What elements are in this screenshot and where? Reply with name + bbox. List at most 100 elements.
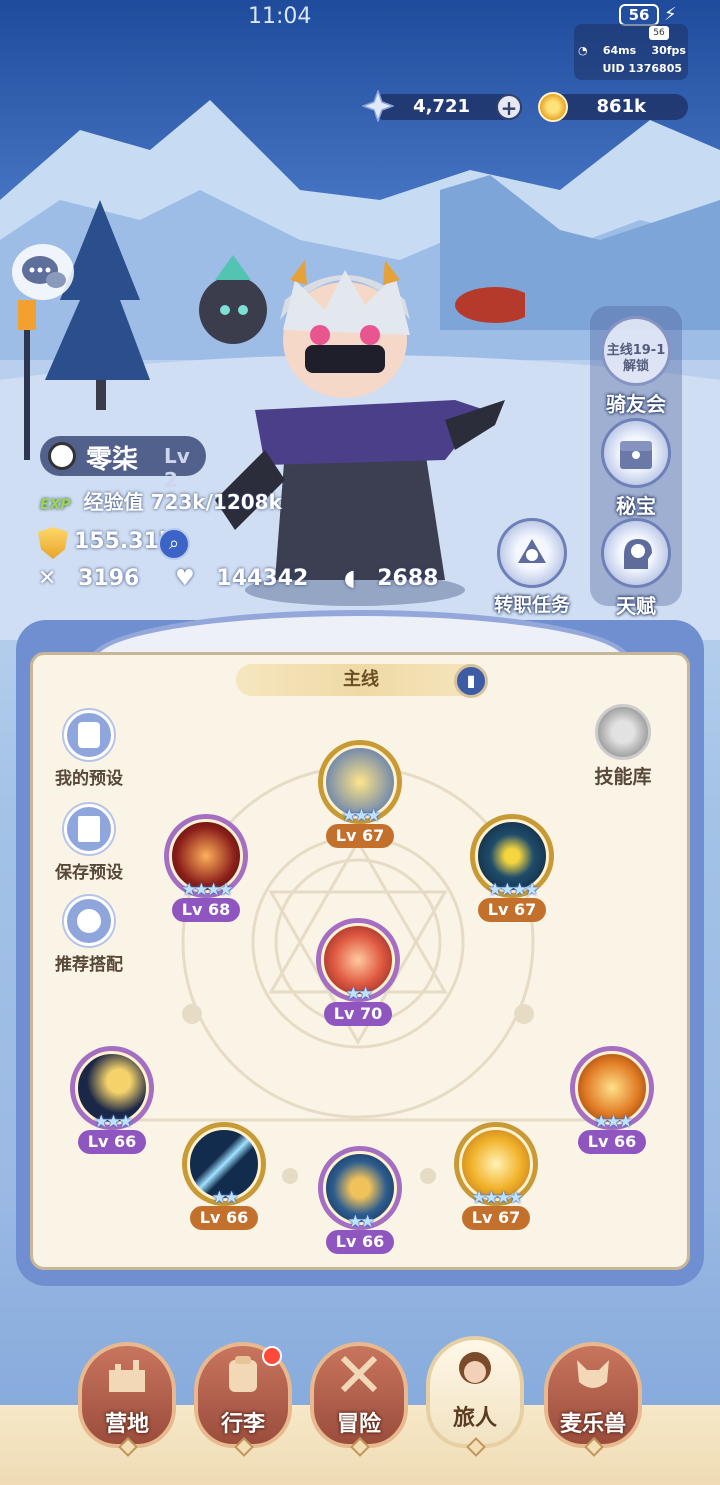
crystal-currency: 4,721 + <box>362 90 522 122</box>
skill-slot-5[interactable]: ★★★ Lv 66 <box>70 1046 154 1154</box>
hp-value: 144342 <box>216 566 309 591</box>
uid-label: UID 1376805 <box>602 62 682 75</box>
skill-slot-9[interactable]: ★★★ Lv 66 <box>570 1046 654 1154</box>
skill-stars: ★★★★ <box>471 1188 524 1208</box>
gold-currency: 861k <box>538 92 688 122</box>
save-preset-button[interactable]: 保存预设 <box>44 804 134 883</box>
skill-slot-6[interactable]: ★★ Lv 66 <box>182 1122 266 1230</box>
treasure-button[interactable]: 秘宝 <box>596 418 676 519</box>
nav-pet[interactable]: 麦乐兽 <box>544 1342 642 1457</box>
class-emblem-icon <box>48 442 76 470</box>
skill-book-icon[interactable]: ▮ <box>454 664 488 698</box>
recommended-build-button[interactable]: 推荐搭配 <box>44 896 134 975</box>
skill-slot-3[interactable]: ★★★★ Lv 67 <box>470 814 554 922</box>
skill-stars: ★★★ <box>341 806 382 826</box>
talent-button[interactable]: 天赋 <box>596 518 676 619</box>
power-details-magnifier-button[interactable]: ⌕ <box>158 528 190 560</box>
heart-icon: ♥ <box>175 566 195 591</box>
backpack-icon <box>229 1356 257 1392</box>
talent-label: 天赋 <box>616 594 656 618</box>
defense-value: 2688 <box>377 566 439 591</box>
nav-traveler[interactable]: 旅人 <box>426 1336 524 1457</box>
skill-level: Lv 66 <box>78 1130 146 1154</box>
shield-icon: ◖ <box>343 566 356 591</box>
skill-slot-4[interactable]: ★★ Lv 70 <box>316 918 400 1026</box>
skill-stars: ★★★ <box>593 1112 634 1132</box>
skill-library-label: 技能库 <box>594 766 652 788</box>
skill-level: Lv 67 <box>462 1206 530 1230</box>
unlock-requirement: 主线19-1 解锁 <box>606 343 666 374</box>
crossed-swords-icon <box>340 1355 378 1393</box>
exp-tag: EXP <box>40 497 71 513</box>
gold-amount: 861k <box>596 96 646 117</box>
hp-stat: ♥ 144342 <box>175 566 322 591</box>
locked-feature: 主线19-1 解锁 <box>601 316 671 386</box>
tab-main-line-label: 主线 <box>343 669 379 690</box>
skill-stars: ★★★★ <box>181 880 234 900</box>
castle-icon <box>109 1360 145 1392</box>
nav-traveler-label: 旅人 <box>452 1406 497 1431</box>
attack-stat: ✕ 3196 <box>38 566 153 591</box>
skill-level: Lv 67 <box>326 824 394 848</box>
battery-indicator: 56 <box>619 4 659 26</box>
player-stats-row: ✕ 3196 ♥ 144342 ◖ 2688 <box>38 566 466 591</box>
nav-adventure[interactable]: 冒险 <box>310 1342 408 1457</box>
skill-level: Lv 68 <box>172 898 240 922</box>
add-crystal-button[interactable]: + <box>496 94 522 120</box>
treasure-label: 秘宝 <box>616 494 656 518</box>
save-preset-label: 保存预设 <box>55 863 123 883</box>
my-presets-button[interactable]: 我的预设 <box>44 710 134 789</box>
defense-stat: ◖ 2688 <box>344 566 453 591</box>
nav-pet-label: 麦乐兽 <box>559 1412 626 1437</box>
riders-club-button[interactable]: 主线19-1 解锁 骑友会 <box>596 316 676 417</box>
network-panel: ◔ 64ms 30fps UID 1376805 <box>574 24 688 80</box>
attack-value: 3196 <box>78 566 140 591</box>
chat-button[interactable] <box>12 244 74 300</box>
job-quest-label: 转职任务 <box>493 594 570 616</box>
signal-badge: 56 <box>649 26 669 40</box>
exp-row: EXP 经验值 723k/1208k <box>40 486 282 515</box>
nav-camp[interactable]: 营地 <box>78 1342 176 1457</box>
riders-club-label: 骑友会 <box>606 392 666 416</box>
save-floppy-icon <box>64 804 114 854</box>
skill-slot-2[interactable]: ★★★★ Lv 68 <box>164 814 248 922</box>
nav-camp-label: 营地 <box>104 1412 149 1437</box>
skill-stars: ★★ <box>345 984 373 1004</box>
crystal-star-icon <box>362 90 394 122</box>
gold-coin-icon <box>538 92 568 122</box>
skill-level: Lv 66 <box>326 1230 394 1254</box>
traveler-portrait-icon <box>459 1352 491 1384</box>
charging-icon: ⚡ <box>664 4 677 25</box>
skill-library-button[interactable]: 技能库 <box>586 704 660 789</box>
hero-character <box>199 255 525 606</box>
chat-bubble-icon <box>22 256 66 288</box>
tab-main-line[interactable]: 主线 <box>236 664 486 696</box>
exp-label: 经验值 <box>83 490 144 514</box>
crystal-amount: 4,721 <box>413 96 470 117</box>
fox-head-icon <box>577 1360 609 1388</box>
skill-slot-8[interactable]: ★★★★ Lv 67 <box>454 1122 538 1230</box>
recommended-build-label: 推荐搭配 <box>55 955 123 975</box>
skill-level: Lv 67 <box>478 898 546 922</box>
ping-value: 64ms <box>602 44 637 57</box>
crossed-swords-icon: ✕ <box>38 566 57 591</box>
player-level: Lv 2 <box>164 444 190 492</box>
skill-stars: ★★★ <box>93 1112 134 1132</box>
notification-dot <box>262 1346 282 1366</box>
brain-head-icon <box>601 518 671 588</box>
exp-value: 723k/1208k <box>150 490 282 514</box>
skill-slot-1[interactable]: ★★★ Lv 67 <box>318 740 402 848</box>
job-quest-icon <box>497 518 567 588</box>
skill-level: Lv 66 <box>190 1206 258 1230</box>
player-name: 零柒 <box>86 445 139 475</box>
nav-luggage-label: 行李 <box>220 1412 265 1437</box>
treasure-chest-icon <box>601 418 671 488</box>
skill-stars: ★★ <box>211 1188 239 1208</box>
nav-adventure-label: 冒险 <box>336 1412 381 1437</box>
player-name-plate[interactable]: 零柒 Lv 2 <box>40 436 206 492</box>
skill-level: Lv 66 <box>578 1130 646 1154</box>
skill-level: Lv 70 <box>324 1002 392 1026</box>
job-quest-button[interactable]: 转职任务 <box>490 518 574 617</box>
skill-slot-7[interactable]: ★★ Lv 66 <box>318 1146 402 1254</box>
my-presets-label: 我的预设 <box>55 769 123 789</box>
